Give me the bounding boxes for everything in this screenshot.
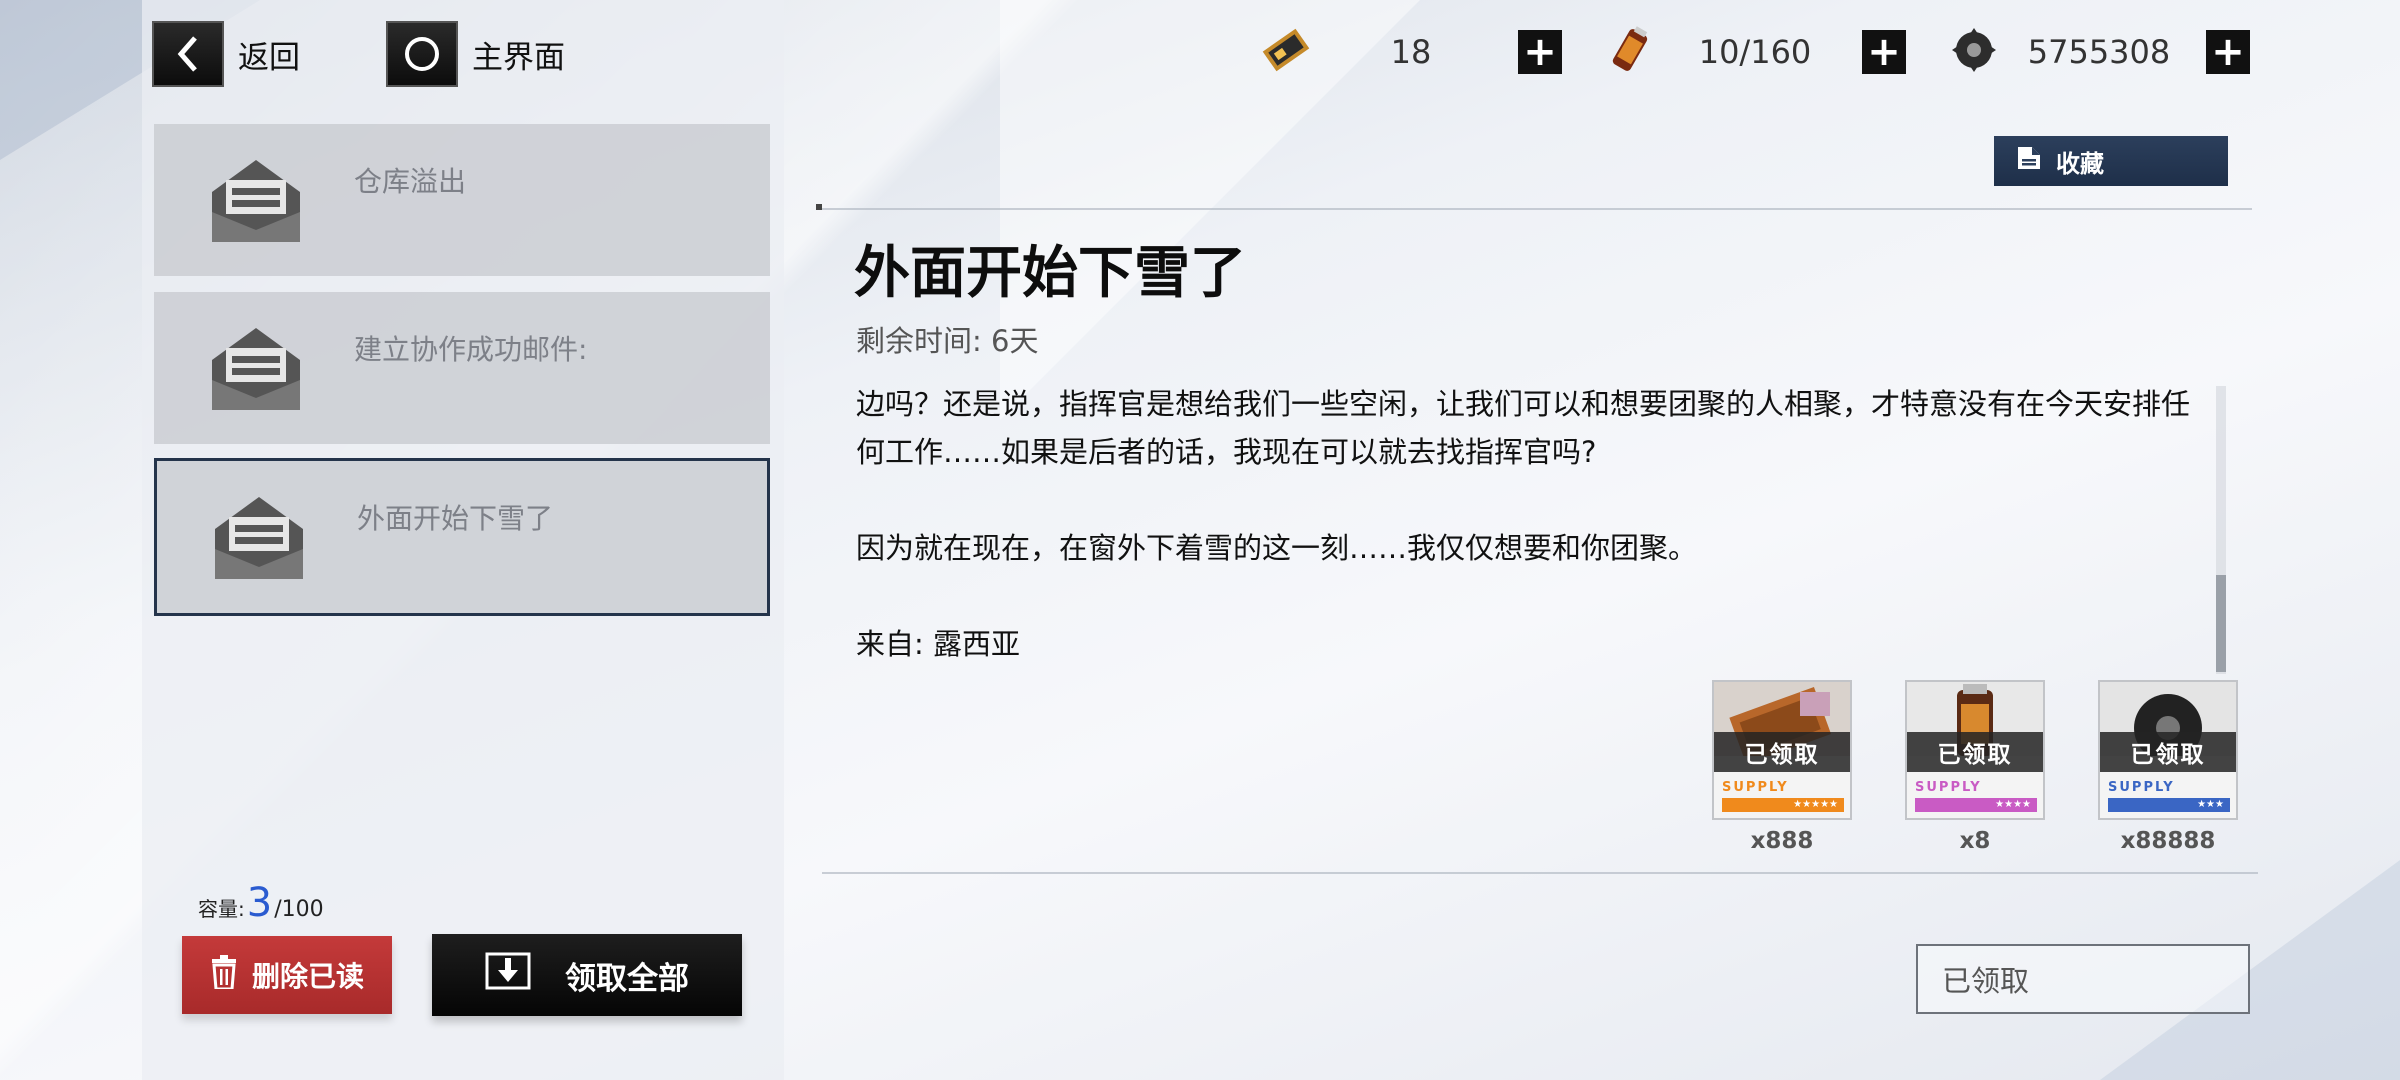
reward-card: 已领取 SUPPLY ★★★★★	[1712, 680, 1852, 820]
mail-body: 边吗？还是说，指挥官是想给我们一些空闲，让我们可以和想要团聚的人相聚，才特意没有…	[856, 380, 2216, 668]
reward-quantity: x888	[1750, 828, 1814, 854]
battery-icon	[1600, 24, 1660, 80]
envelope-icon	[210, 154, 302, 248]
battery-count: 10/160	[1698, 33, 1812, 71]
claimed-overlay: 已领取	[1907, 732, 2043, 772]
favorite-button[interactable]: 收藏	[1994, 136, 2228, 186]
scrollbar-thumb[interactable]	[2216, 575, 2226, 672]
back-label: 返回	[238, 39, 300, 76]
favorite-label: 收藏	[2056, 149, 2104, 178]
home-button[interactable]: 主界面	[386, 20, 565, 88]
folder-icon	[2016, 145, 2042, 177]
claim-all-button[interactable]: 领取全部	[432, 934, 742, 1016]
mail-item-title: 外面开始下雪了	[357, 502, 554, 535]
divider	[822, 872, 2258, 874]
home-label: 主界面	[472, 39, 565, 76]
chevron-left-icon	[152, 21, 224, 87]
trash-icon	[210, 954, 238, 996]
rarity-stars: ★★★★★	[1722, 798, 1844, 812]
claim-all-label: 领取全部	[565, 960, 689, 997]
corner-marker	[816, 204, 822, 210]
gear-count: 5755308	[2027, 33, 2171, 71]
reward-quantity: x88888	[2120, 828, 2216, 854]
resource-gear: 5755308 +	[1944, 26, 2254, 78]
add-ticket-button[interactable]: +	[1518, 30, 1562, 74]
divider	[816, 208, 2252, 210]
reward-card: 已领取 SUPPLY ★★★★	[1905, 680, 2045, 820]
delete-read-button[interactable]: 删除已读	[182, 936, 392, 1014]
capacity-label: 容量:	[198, 897, 245, 921]
gear-icon	[1944, 24, 2004, 80]
envelope-icon	[210, 322, 302, 416]
mail-title: 外面开始下雪了	[854, 241, 1246, 306]
claimed-overlay: 已领取	[2100, 732, 2236, 772]
ticket-icon	[1256, 24, 1316, 80]
remaining-time: 剩余时间: 6天	[856, 324, 1039, 358]
mail-sender: 来自: 露西亚	[856, 627, 1020, 661]
reward-card: 已领取 SUPPLY ★★★	[2098, 680, 2238, 820]
capacity-count: 3	[246, 880, 273, 926]
envelope-icon	[213, 491, 305, 585]
home-circle-icon	[386, 21, 458, 87]
reward-item[interactable]: 已领取 SUPPLY ★★★★ x8	[1905, 680, 2045, 854]
delete-read-label: 删除已读	[251, 960, 364, 993]
claimed-overlay: 已领取	[1714, 732, 1850, 772]
mail-item[interactable]: 仓库溢出	[154, 124, 770, 276]
mail-body-paragraph: 边吗？还是说，指挥官是想给我们一些空闲，让我们可以和想要团聚的人相聚，才特意没有…	[856, 387, 2191, 469]
claim-status-button[interactable]: 已领取	[1916, 944, 2250, 1014]
mail-body-paragraph: 因为就在现在，在窗外下着雪的这一刻……我仅仅想要和你团聚。	[856, 531, 1698, 565]
mail-item-selected[interactable]: 外面开始下雪了	[154, 458, 770, 616]
resource-battery: 10/160 +	[1600, 26, 1910, 78]
supply-tag: SUPPLY	[1722, 780, 1789, 795]
rarity-stars: ★★★★	[1915, 798, 2037, 812]
mail-capacity: 容量: 3 /100	[198, 880, 324, 926]
mail-item-title: 仓库溢出	[354, 165, 467, 198]
reward-quantity: x8	[1959, 828, 1991, 854]
ticket-count: 18	[1390, 33, 1432, 71]
download-icon	[485, 952, 531, 998]
mail-item-title: 建立协作成功邮件:	[354, 333, 588, 366]
capacity-total: /100	[274, 897, 324, 922]
rarity-stars: ★★★	[2108, 798, 2230, 812]
claim-status-label: 已领取	[1942, 964, 2030, 998]
resource-ticket: 18 +	[1256, 26, 1566, 78]
mail-item[interactable]: 建立协作成功邮件:	[154, 292, 770, 444]
supply-tag: SUPPLY	[1915, 780, 1982, 795]
reward-item[interactable]: 已领取 SUPPLY ★★★★★ x888	[1712, 680, 1852, 854]
reward-item[interactable]: 已领取 SUPPLY ★★★ x88888	[2098, 680, 2238, 854]
add-gear-button[interactable]: +	[2206, 30, 2250, 74]
supply-tag: SUPPLY	[2108, 780, 2175, 795]
back-button[interactable]: 返回	[152, 20, 300, 88]
add-battery-button[interactable]: +	[1862, 30, 1906, 74]
